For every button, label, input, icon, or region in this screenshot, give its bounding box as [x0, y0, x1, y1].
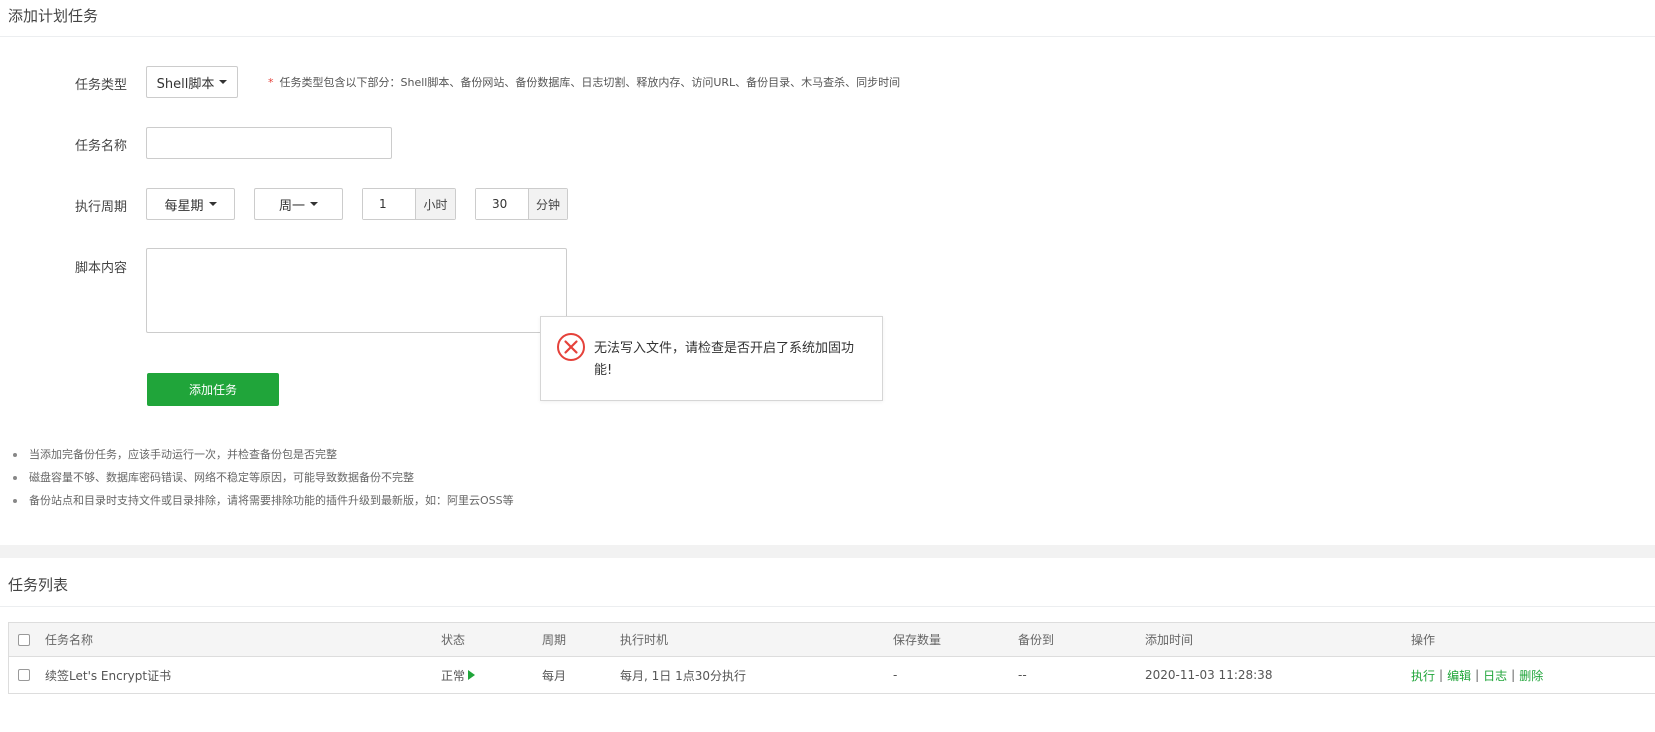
separator: | [1511, 668, 1516, 682]
task-backup-to: -- [1018, 668, 1027, 682]
col-added-time: 添加时间 [1145, 633, 1194, 647]
error-dialog: 无法写入文件，请检查是否开启了系统加固功能! [540, 316, 883, 401]
col-task-name: 任务名称 [45, 633, 94, 647]
hour-unit: 小时 [415, 189, 455, 219]
caret-down-icon [208, 202, 217, 206]
notes-list: 当添加完备份任务，应该手动运行一次，并检查备份包是否完整 磁盘容量不够、数据库密… [12, 447, 514, 516]
col-status: 状态 [441, 633, 466, 647]
separator: | [1439, 668, 1444, 682]
minute-unit: 分钟 [528, 189, 567, 219]
table-header: 任务名称 状态 周期 执行时机 保存数量 备份到 添加时间 操作 [8, 622, 1655, 657]
task-name-input[interactable] [146, 127, 392, 159]
error-message: 无法写入文件，请检查是否开启了系统加固功能! [594, 341, 855, 378]
delete-link[interactable]: 删除 [1519, 667, 1543, 684]
task-name-label: 任务名称 [74, 139, 127, 154]
note-item: 备份站点和目录时支持文件或目录排除，请将需要排除功能的插件升级到最新版，如：阿里… [12, 493, 514, 516]
minute-input[interactable]: 30 [476, 189, 528, 219]
edit-link[interactable]: 编辑 [1447, 667, 1471, 684]
tip-text: 任务类型包含以下部分：Shell脚本、备份网站、备份数据库、日志切割、释放内存、… [279, 76, 901, 89]
error-circle-x-icon [557, 333, 585, 361]
task-save-count: - [893, 668, 898, 682]
note-item: 磁盘容量不够、数据库密码错误、网络不稳定等原因，可能导致数据备份不完整 [12, 470, 514, 493]
minute-field: 30 分钟 [475, 188, 568, 220]
col-backup-to: 备份到 [1018, 633, 1055, 647]
required-star: * [268, 76, 274, 89]
period-value: 每星期 [164, 198, 204, 214]
section-separator [0, 545, 1655, 558]
table-row: 续签Let's Encrypt证书 正常 每月 每月, 1日 1点30分执行 -… [8, 657, 1655, 694]
note-item: 当添加完备份任务，应该手动运行一次，并检查备份包是否完整 [12, 447, 514, 470]
select-all-checkbox[interactable] [18, 633, 30, 646]
weekday-dropdown[interactable]: 周一 [254, 188, 343, 220]
log-link[interactable]: 日志 [1483, 667, 1507, 684]
task-type-label: 任务类型 [74, 78, 127, 93]
status-toggle[interactable]: 正常 [441, 657, 476, 693]
task-timing: 每月, 1日 1点30分执行 [620, 668, 746, 683]
col-actions: 操作 [1411, 633, 1436, 647]
divider [0, 36, 1655, 37]
cycle-label: 执行周期 [74, 200, 127, 215]
divider [0, 606, 1655, 607]
hour-field: 1 小时 [362, 188, 456, 220]
task-type-tip: * 任务类型包含以下部分：Shell脚本、备份网站、备份数据库、日志切割、释放内存… [268, 74, 900, 90]
task-type-dropdown[interactable]: Shell脚本 [146, 66, 238, 98]
hour-input[interactable]: 1 [363, 189, 415, 219]
add-task-button[interactable]: 添加任务 [147, 373, 279, 406]
play-icon [468, 670, 476, 680]
task-list-title: 任务列表 [8, 576, 69, 594]
task-added-time: 2020-11-03 11:28:38 [1145, 668, 1273, 682]
col-timing: 执行时机 [620, 633, 669, 647]
col-cycle: 周期 [542, 633, 567, 647]
execute-link[interactable]: 执行 [1411, 667, 1435, 684]
row-actions: 执行 | 编辑 | 日志 | 删除 [1411, 657, 1543, 693]
script-textarea[interactable] [146, 248, 567, 333]
task-name: 续签Let's Encrypt证书 [45, 668, 172, 683]
status-text: 正常 [441, 668, 466, 683]
period-dropdown[interactable]: 每星期 [146, 188, 235, 220]
caret-down-icon [310, 202, 318, 206]
script-label: 脚本内容 [74, 261, 127, 276]
separator: | [1475, 668, 1480, 682]
weekday-value: 周一 [278, 198, 305, 214]
caret-down-icon [219, 80, 228, 84]
task-type-value: Shell脚本 [156, 76, 215, 92]
form-title: 添加计划任务 [8, 7, 99, 25]
row-checkbox[interactable] [18, 669, 30, 681]
col-save-count: 保存数量 [893, 633, 942, 647]
task-cycle: 每月 [542, 668, 567, 683]
